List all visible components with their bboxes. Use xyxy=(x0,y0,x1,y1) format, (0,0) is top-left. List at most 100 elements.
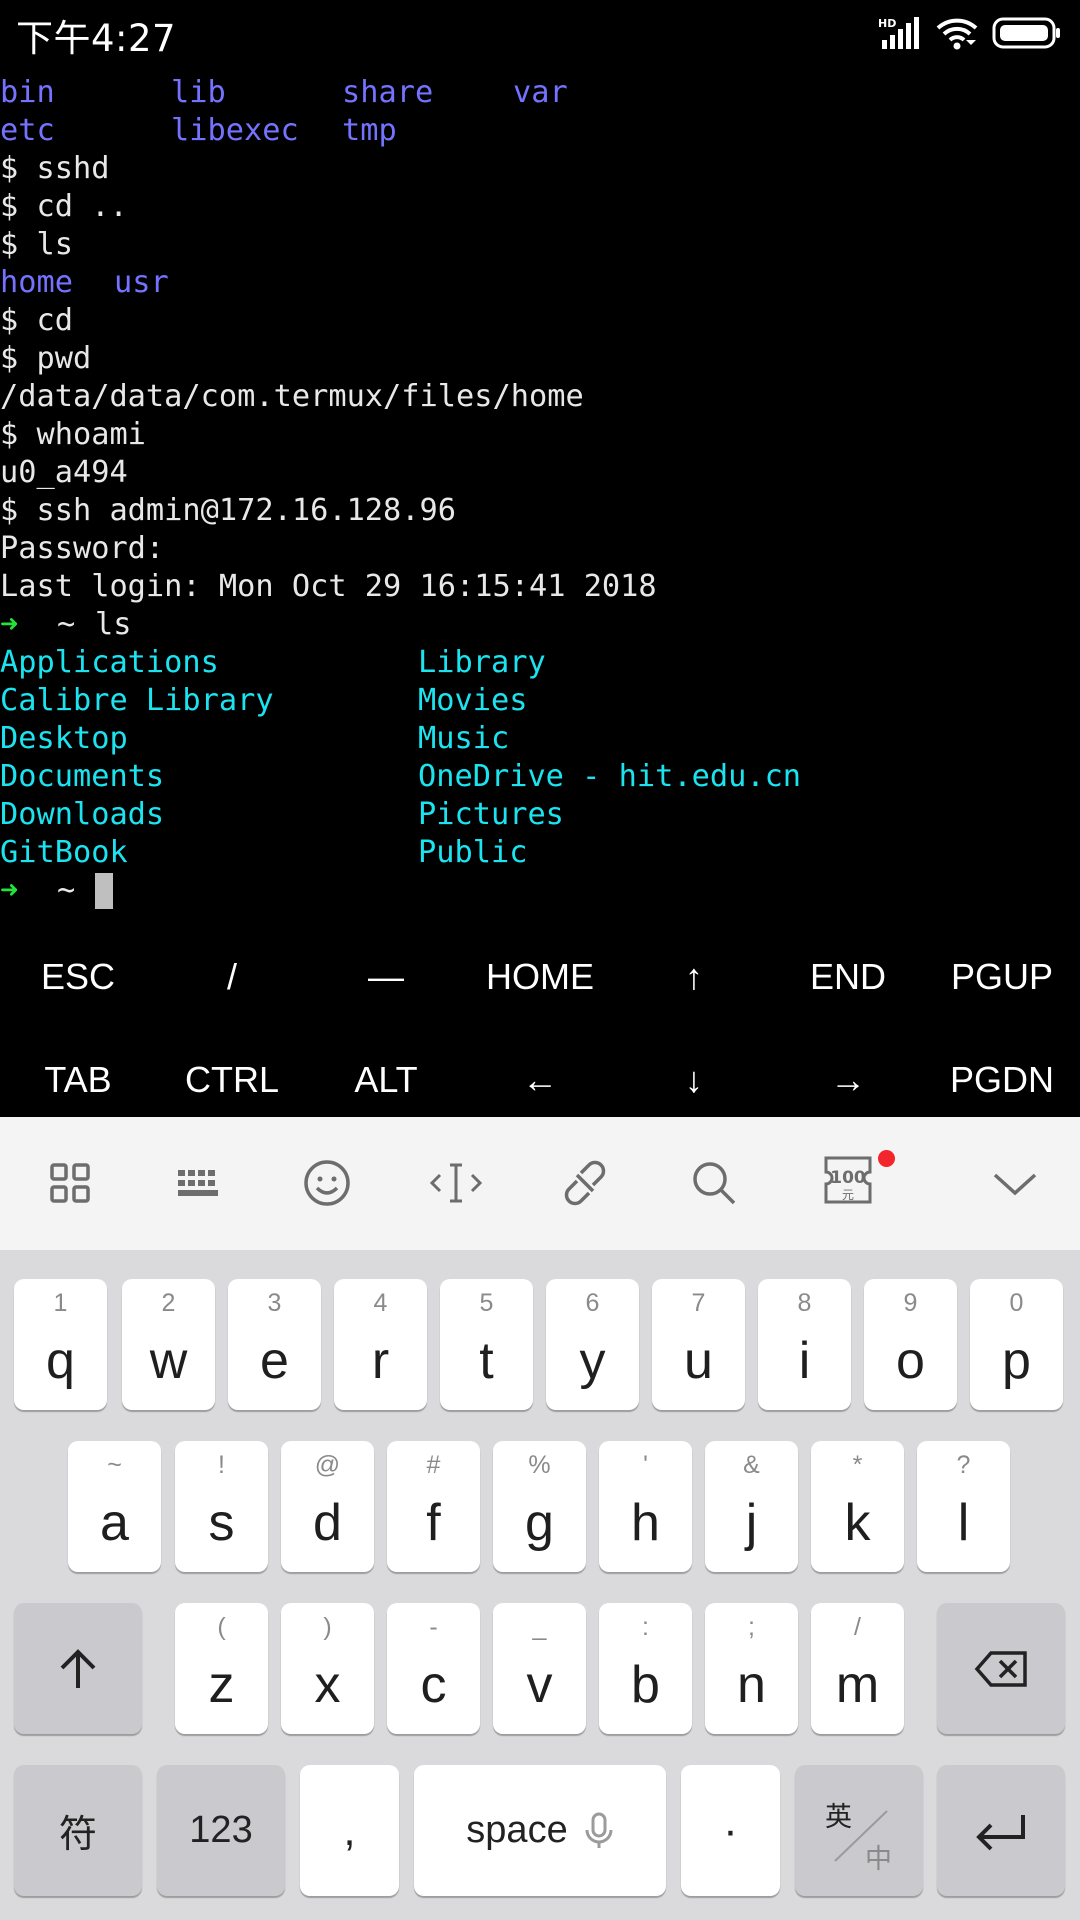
key-q[interactable]: 1q xyxy=(14,1279,107,1410)
period-key[interactable]: · xyxy=(681,1765,780,1896)
dir-entry: Calibre Library xyxy=(0,683,274,718)
backspace-key[interactable] xyxy=(937,1603,1065,1734)
microphone-icon xyxy=(585,1812,613,1848)
key-b[interactable]: :b xyxy=(599,1603,692,1734)
terminal-command: $ ls xyxy=(0,227,73,262)
dir-entry: tmp xyxy=(342,113,397,148)
terminal-command: $ cd xyxy=(0,303,73,338)
key-u[interactable]: 7u xyxy=(652,1279,745,1410)
terminal-line: etc libexec tmp xyxy=(0,112,1080,150)
backspace-icon xyxy=(937,1603,1065,1734)
key-p[interactable]: 0p xyxy=(970,1279,1063,1410)
hd-signal-icon: HD xyxy=(878,16,922,50)
arrow-up-key[interactable]: ↑ xyxy=(617,925,771,1028)
keyboard-icon[interactable] xyxy=(168,1153,228,1213)
battery-icon xyxy=(992,16,1062,50)
grid-icon[interactable] xyxy=(40,1153,100,1213)
dir-entry: home xyxy=(0,265,73,300)
pgup-key[interactable]: PGUP xyxy=(925,925,1079,1028)
dir-entry: OneDrive - hit.edu.cn xyxy=(418,759,802,794)
terminal-command: $ cd .. xyxy=(0,189,128,224)
arrow-left-key[interactable]: ← xyxy=(463,1028,617,1131)
clipboard-link-icon[interactable] xyxy=(555,1153,615,1213)
key-t[interactable]: 5t xyxy=(440,1279,533,1410)
key-e[interactable]: 3e xyxy=(228,1279,321,1410)
key-w[interactable]: 2w xyxy=(122,1279,215,1410)
key-d[interactable]: @ d xyxy=(281,1441,374,1572)
dir-entry: var xyxy=(513,75,568,110)
key-a[interactable]: ~ a xyxy=(68,1441,161,1572)
coupon-subtext: 元 xyxy=(842,1188,854,1202)
dir-entry: share xyxy=(342,75,434,110)
dir-entry: Library xyxy=(418,645,546,680)
terminal-output-line: /data/data/com.termux/files/home xyxy=(0,379,584,414)
alt-key[interactable]: ALT xyxy=(309,1028,463,1131)
zsh-prompt-line: ➜ ~ ls xyxy=(0,606,1080,644)
key-g[interactable]: % g xyxy=(493,1441,586,1572)
dir-entry: GitBook xyxy=(0,835,128,870)
key-i[interactable]: 8i xyxy=(758,1279,851,1410)
language-switch-key[interactable]: 英 中 xyxy=(795,1765,923,1896)
emoji-icon[interactable] xyxy=(297,1153,357,1213)
dir-entry: Documents xyxy=(0,759,165,794)
key-m[interactable]: / m xyxy=(811,1603,904,1734)
key-f[interactable]: # f xyxy=(387,1441,480,1572)
pgdn-key[interactable]: PGDN xyxy=(925,1028,1079,1131)
search-icon[interactable] xyxy=(684,1153,744,1213)
coupon-100-icon[interactable]: 100 元 xyxy=(818,1150,878,1210)
home-key[interactable]: HOME xyxy=(463,925,617,1028)
keyboard-toolbar: 100 元 xyxy=(0,1117,1080,1250)
end-key[interactable]: END xyxy=(771,925,925,1028)
key-r[interactable]: 4r xyxy=(334,1279,427,1410)
enter-key[interactable] xyxy=(937,1765,1065,1896)
dir-entry: Music xyxy=(418,721,510,756)
key-z[interactable]: (z xyxy=(175,1603,268,1734)
key-v[interactable]: _ v xyxy=(493,1603,586,1734)
notification-dot xyxy=(878,1150,895,1167)
terminal-output[interactable]: bin lib share var etc libexec tmp $ sshd… xyxy=(0,74,1080,910)
lang-bottom-label: 中 xyxy=(865,1844,892,1874)
shift-key[interactable] xyxy=(14,1603,142,1734)
dir-entry: bin xyxy=(0,75,55,110)
key-y[interactable]: 6y xyxy=(546,1279,639,1410)
dir-entry: Desktop xyxy=(0,721,128,756)
space-key[interactable]: space xyxy=(414,1765,666,1896)
key-k[interactable]: * k xyxy=(811,1441,904,1572)
prompt-arrow-icon: ➜ xyxy=(0,607,19,642)
key-s[interactable]: ! s xyxy=(175,1441,268,1572)
space-label: space xyxy=(414,1765,666,1896)
dash-key[interactable]: — xyxy=(309,925,463,1028)
prompt-arrow-icon: ➜ xyxy=(0,873,19,908)
extra-keys-row: TAB CTRL ALT ← ↓ → PGDN xyxy=(0,1028,1080,1131)
dir-entry: libexec xyxy=(171,113,299,148)
dir-entry: usr xyxy=(114,265,169,300)
key-j[interactable]: & j xyxy=(705,1441,798,1572)
dir-entry: lib xyxy=(171,75,226,110)
key-n[interactable]: ; n xyxy=(705,1603,798,1734)
esc-key[interactable]: ESC xyxy=(1,925,155,1028)
dir-entry: Downloads xyxy=(0,797,165,832)
terminal-cursor[interactable] xyxy=(95,872,113,910)
terminal-line: GitBook Public xyxy=(0,834,1080,872)
numbers-key[interactable]: 123 xyxy=(157,1765,285,1896)
key-o[interactable]: 9o xyxy=(864,1279,957,1410)
soft-keyboard: 100 元 1q 2w 3e 4r 5t 6y 7u 8i 9o 0p ~ a !… xyxy=(0,1117,1080,1920)
terminal-command: $ sshd xyxy=(0,151,110,186)
tab-key[interactable]: TAB xyxy=(1,1028,155,1131)
key-x[interactable]: ) x xyxy=(281,1603,374,1734)
enter-icon xyxy=(937,1765,1065,1896)
prompt-dir: ~ xyxy=(57,873,76,908)
arrow-right-key[interactable]: → xyxy=(771,1028,925,1131)
key-h[interactable]: ' h xyxy=(599,1441,692,1572)
key-l[interactable]: ? l xyxy=(917,1441,1010,1572)
chevron-down-icon[interactable] xyxy=(985,1153,1045,1213)
arrow-down-key[interactable]: ↓ xyxy=(617,1028,771,1131)
extra-keys-row: ESC / — HOME ↑ END PGUP xyxy=(0,925,1080,1028)
comma-key[interactable]: , xyxy=(300,1765,399,1896)
key-c[interactable]: -c xyxy=(387,1603,480,1734)
cursor-icon[interactable] xyxy=(426,1153,486,1213)
slash-key[interactable]: / xyxy=(155,925,309,1028)
ctrl-key[interactable]: CTRL xyxy=(155,1028,309,1131)
coupon-text: 100 xyxy=(830,1168,866,1188)
symbols-key[interactable]: 符 xyxy=(14,1765,142,1896)
